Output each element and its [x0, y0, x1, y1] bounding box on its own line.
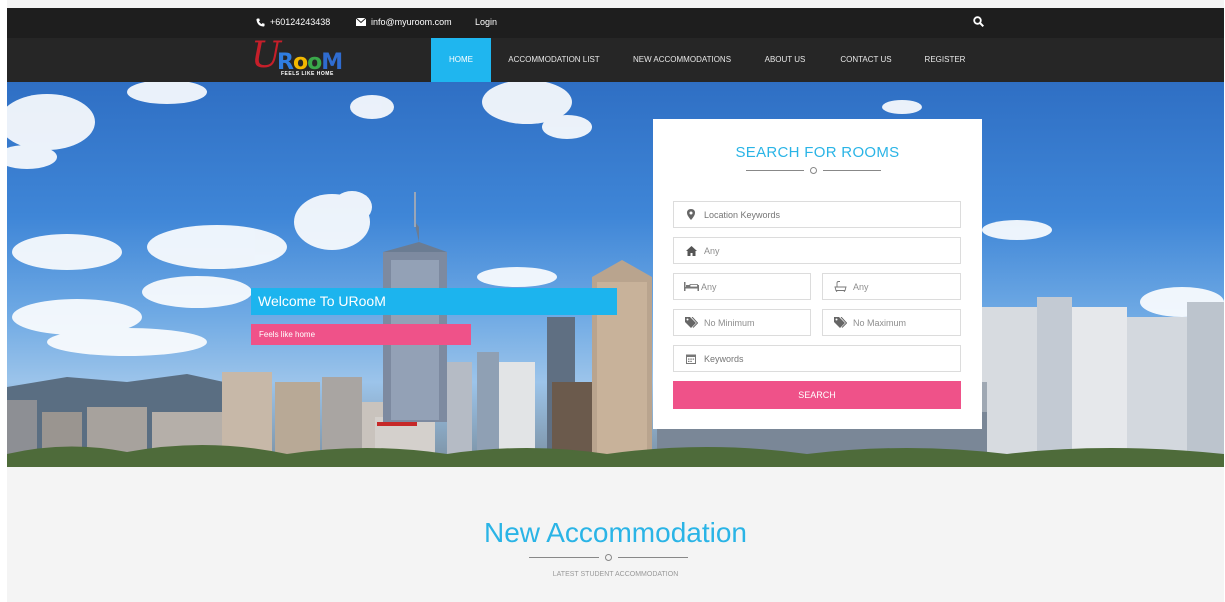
- hero-banner: Welcome To URooM Feels like home SEARCH …: [7, 82, 1224, 467]
- nav-about-us[interactable]: ABOUT US: [755, 38, 815, 82]
- map-marker-icon: [683, 209, 699, 221]
- welcome-heading: Welcome To URooM: [251, 288, 617, 315]
- title-divider: [746, 167, 881, 174]
- logo-tagline: FEELS LIKE HOME: [281, 71, 334, 77]
- page: +60124243438 info@myuroom.com Login U Ro…: [7, 0, 1224, 602]
- hero-tagline: Feels like home: [251, 324, 471, 345]
- tag-icon: [683, 317, 699, 329]
- phone-number: +60124243438: [270, 17, 331, 27]
- logo[interactable]: U RooM FEELS LIKE HOME: [251, 35, 361, 82]
- search-icon: [973, 16, 984, 27]
- bath-icon: [832, 281, 848, 293]
- calendar-icon: [683, 353, 699, 365]
- keywords-input[interactable]: [704, 353, 904, 364]
- max-price-value: No Maximum: [853, 317, 907, 328]
- city-skyline-image: [7, 82, 1224, 467]
- keywords-field[interactable]: [673, 345, 961, 372]
- location-input[interactable]: [704, 209, 904, 220]
- search-button[interactable]: SEARCH: [673, 381, 961, 409]
- login-link[interactable]: Login: [475, 17, 497, 27]
- envelope-icon: [356, 18, 366, 26]
- tag-icon: [832, 317, 848, 329]
- nav-home[interactable]: HOME: [431, 38, 491, 82]
- search-title: SEARCH FOR ROOMS: [735, 144, 900, 161]
- section-title: New Accommodation: [483, 517, 747, 548]
- top-bar: +60124243438 info@myuroom.com Login: [7, 8, 1224, 38]
- search-panel: SEARCH FOR ROOMS Any Any: [653, 119, 982, 429]
- property-type-select[interactable]: Any: [673, 237, 961, 264]
- phone-contact[interactable]: +60124243438: [256, 17, 330, 27]
- bathrooms-value: Any: [853, 281, 869, 292]
- nav-new-accommodations[interactable]: NEW ACCOMMODATIONS: [623, 38, 741, 82]
- email-contact[interactable]: info@myuroom.com: [356, 17, 452, 27]
- section-subtitle: LATEST STUDENT ACCOMMODATION: [552, 571, 679, 578]
- max-price-select[interactable]: No Maximum: [822, 309, 961, 336]
- bedrooms-value: Any: [701, 281, 717, 292]
- nav-contact-us[interactable]: CONTACT US: [829, 38, 903, 82]
- location-field[interactable]: [673, 201, 961, 228]
- main-navbar: U RooM FEELS LIKE HOME HOME ACCOMMODATIO…: [7, 35, 1224, 82]
- property-type-value: Any: [704, 245, 720, 256]
- bedrooms-select[interactable]: Any: [673, 273, 811, 300]
- phone-icon: [256, 17, 265, 27]
- bed-icon: [683, 281, 699, 293]
- min-price-select[interactable]: No Minimum: [673, 309, 811, 336]
- home-icon: [683, 245, 699, 257]
- nav-register[interactable]: REGISTER: [915, 38, 975, 82]
- search-toggle[interactable]: [973, 16, 984, 27]
- min-price-value: No Minimum: [704, 317, 755, 328]
- section-divider: [529, 554, 688, 561]
- bathrooms-select[interactable]: Any: [822, 273, 961, 300]
- email-address: info@myuroom.com: [371, 17, 452, 27]
- nav-accommodation-list[interactable]: ACCOMMODATION LIST: [499, 38, 609, 82]
